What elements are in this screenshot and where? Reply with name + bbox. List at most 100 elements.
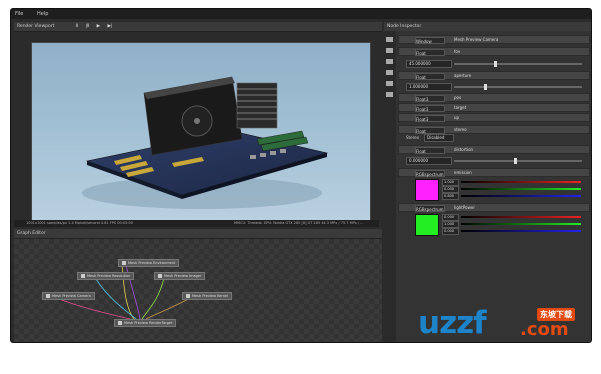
aperture-input[interactable]: 1.000000 <box>406 83 452 91</box>
type-dropdown[interactable]: Float3 <box>415 105 445 112</box>
inspector-row[interactable]: RGBspectrum emission <box>398 168 590 177</box>
watermark-suffix: .com <box>520 319 569 340</box>
step-play-button[interactable]: ▶| <box>108 22 113 31</box>
graph-node[interactable]: Mesh Preview Kernel <box>182 292 233 300</box>
type-dropdown[interactable]: Float <box>415 73 445 80</box>
watermark-badge: 东坡下载 <box>537 308 575 321</box>
node-label: Mesh Preview Imager <box>164 274 202 278</box>
step-pause-button[interactable]: |Ⅱ <box>85 22 89 31</box>
node-icon <box>158 274 162 278</box>
emission-r-input[interactable]: 1.000 <box>442 179 459 186</box>
pause-button[interactable]: Ⅱ <box>76 22 78 31</box>
param-label: stereo <box>454 127 467 132</box>
inspector-toolbar <box>384 31 396 342</box>
connection-line <box>53 296 131 320</box>
inspector-row[interactable]: RGBspectrum lightPower <box>398 203 590 212</box>
tool-icon[interactable] <box>386 59 393 64</box>
param-label: Mesh Preview Camera <box>454 37 499 42</box>
param-label: emission <box>454 170 472 175</box>
render-status-bar: 1001x1001 samples/px 1.4 Mpixel/second 4… <box>14 220 379 227</box>
inspector-title: Node Inspector <box>387 24 422 29</box>
emission-b-slider[interactable] <box>461 195 581 197</box>
node-inspector: Window Mesh Preview Camera Float fov 45.00… <box>384 31 591 342</box>
type-dropdown[interactable]: Float <box>415 127 445 134</box>
type-label: RGBspectrum <box>416 172 444 177</box>
param-label: distortion <box>454 147 474 152</box>
tool-icon[interactable] <box>386 81 393 86</box>
inspector-row[interactable]: Float3 target <box>398 103 590 112</box>
graph-node[interactable]: Mesh Preview RenderTarget <box>114 319 177 327</box>
param-label: fov <box>454 49 461 54</box>
fov-input[interactable]: 45.000000 <box>406 60 452 68</box>
type-label: RGBspectrum <box>416 207 444 212</box>
inspector-row[interactable]: Float3 up <box>398 113 590 122</box>
light-color-swatch[interactable] <box>415 214 439 236</box>
light-r-input[interactable]: 0.000 <box>442 214 459 221</box>
type-dropdown[interactable]: Float3 <box>415 95 445 102</box>
node-label: Mesh Preview Environment <box>128 261 176 265</box>
graph-connections <box>53 264 193 320</box>
type-label: Float <box>416 75 426 80</box>
connection-line <box>141 277 165 320</box>
light-b-input[interactable]: 0.000 <box>442 228 459 235</box>
slider-thumb[interactable] <box>514 158 517 164</box>
emission-color-swatch[interactable] <box>415 179 439 201</box>
type-label: Float <box>416 149 426 154</box>
inspector-row[interactable]: Float3 pos <box>398 93 590 102</box>
inspector-row[interactable]: Float aperture <box>398 71 590 80</box>
emission-g-slider[interactable] <box>461 188 581 190</box>
graph-node[interactable]: Mesh Preview Environment <box>118 259 180 267</box>
node-label: Mesh Preview RenderTarget <box>124 321 173 325</box>
node-icon <box>118 321 122 325</box>
type-dropdown[interactable]: RGBspectrum <box>415 170 445 177</box>
type-dropdown[interactable]: Float <box>415 49 445 56</box>
emission-g-input[interactable]: 0.000 <box>442 186 459 193</box>
inspector-row[interactable]: Float distortion <box>398 145 590 154</box>
param-label: pos <box>454 95 462 100</box>
app-window: File Help Render Viewport Ⅱ |Ⅱ ▶ ▶| 1001… <box>10 8 592 343</box>
light-g-input[interactable]: 1.000 <box>442 221 459 228</box>
distortion-slider[interactable] <box>454 158 582 164</box>
light-b-slider[interactable] <box>461 230 581 232</box>
tool-icon[interactable] <box>386 70 393 75</box>
node-icon <box>186 294 190 298</box>
fov-slider[interactable] <box>454 61 582 67</box>
menu-help[interactable]: Help <box>37 11 48 17</box>
param-label: lightPower <box>454 205 475 210</box>
menu-bar: File Help <box>11 9 591 19</box>
connection-line <box>145 296 193 320</box>
light-g-slider[interactable] <box>461 223 581 225</box>
stereo-select[interactable]: Disabled <box>424 134 454 142</box>
type-label: Window <box>416 39 432 44</box>
graph-node[interactable]: Mesh Preview Resolution <box>77 272 135 280</box>
type-dropdown[interactable]: Window <box>415 37 445 44</box>
distortion-input[interactable]: 0.000000 <box>406 157 452 165</box>
graph-node[interactable]: Mesh Preview Camera <box>42 292 95 300</box>
type-dropdown[interactable]: RGBspectrum <box>415 205 445 212</box>
render-viewport[interactable] <box>31 42 371 222</box>
tool-icon[interactable] <box>386 48 393 53</box>
menu-file[interactable]: File <box>15 11 23 17</box>
light-r-slider[interactable] <box>461 216 581 218</box>
node-icon <box>81 274 85 278</box>
play-button[interactable]: ▶ <box>97 22 100 31</box>
graph-node[interactable]: Mesh Preview Imager <box>154 272 206 280</box>
render-stats: 1001x1001 samples/px 1.4 Mpixel/second 4… <box>26 221 133 225</box>
inspector-row[interactable]: Float fov <box>398 47 590 56</box>
type-label: Float3 <box>416 97 429 102</box>
tool-icon[interactable] <box>386 92 393 97</box>
graph-editor-canvas[interactable]: Mesh Preview Environment Mesh Preview Re… <box>14 238 382 342</box>
slider-thumb[interactable] <box>484 84 487 90</box>
emission-b-input[interactable]: 0.800 <box>442 193 459 200</box>
watermark-logo: uzzf <box>418 305 487 341</box>
type-dropdown[interactable]: Float3 <box>415 115 445 122</box>
node-label: Mesh Preview Resolution <box>87 274 131 278</box>
render-panel-header: Render Viewport Ⅱ |Ⅱ ▶ ▶| <box>14 22 382 32</box>
type-dropdown[interactable]: Float <box>415 147 445 154</box>
aperture-slider[interactable] <box>454 84 582 90</box>
inspector-row[interactable]: Window Mesh Preview Camera <box>398 35 590 44</box>
inspector-row[interactable]: Float stereo <box>398 125 590 134</box>
emission-r-slider[interactable] <box>461 181 581 183</box>
slider-thumb[interactable] <box>494 61 497 67</box>
tool-icon[interactable] <box>386 37 393 42</box>
